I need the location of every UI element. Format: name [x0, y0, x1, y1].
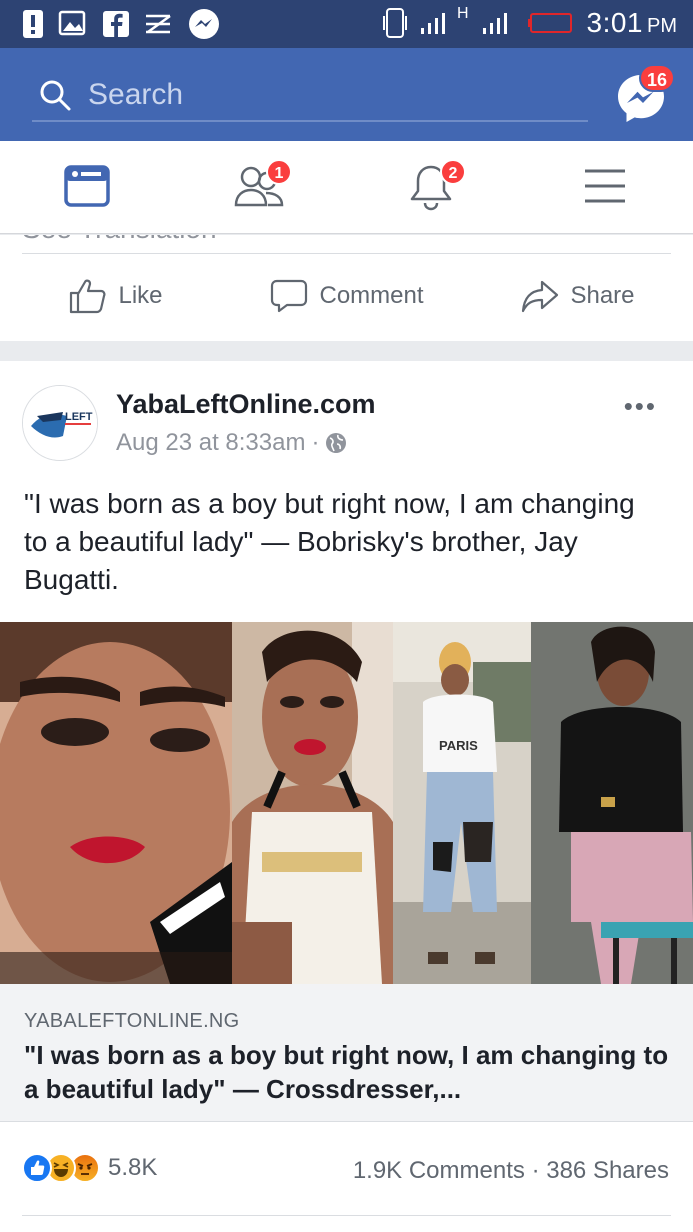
tab-menu[interactable] — [582, 161, 642, 217]
shirt-text: PARIS — [439, 738, 478, 753]
network-type: H — [456, 5, 469, 22]
search-placeholder: Search — [88, 78, 184, 111]
news-feed-icon — [64, 165, 110, 207]
avatar-text: LEFT — [65, 411, 93, 423]
tab-news-feed[interactable] — [62, 161, 122, 217]
comment-button[interactable]: Comment — [231, 271, 462, 321]
globe-icon — [326, 433, 347, 453]
like-label: Like — [118, 282, 163, 309]
signal-2-icon — [482, 13, 507, 34]
comments-shares[interactable]: 1.9K Comments · 386 Shares — [353, 1157, 669, 1185]
friend-requests-badge: 1 — [266, 159, 292, 185]
comment-label: Comment — [319, 282, 424, 309]
photo-panel-2 — [232, 622, 393, 984]
top-search-bar: Search 16 — [0, 48, 693, 141]
avatar[interactable]: LEFT — [22, 385, 98, 461]
signal-icon — [420, 13, 445, 34]
feed-post: LEFT YabaLeftOnline.com Aug 23 at 8:33am… — [0, 361, 693, 1232]
previous-post-footer: See Translation Like Comment Share — [0, 235, 693, 341]
meta-separator: · — [311, 429, 320, 456]
tab-notifications[interactable]: 2 — [406, 159, 466, 217]
like-icon — [70, 279, 106, 314]
status-ampm: PM — [647, 15, 677, 37]
vibrate-icon — [382, 8, 407, 38]
search-input[interactable]: Search — [32, 70, 588, 122]
like-reaction-icon — [22, 1153, 52, 1183]
divider — [22, 1215, 671, 1216]
status-time: 3:01 — [586, 7, 643, 38]
photo-panel-3: PARIS — [393, 622, 531, 984]
portrait-closeup-image — [0, 622, 232, 984]
messenger-button[interactable]: 16 — [615, 64, 675, 124]
share-icon — [522, 280, 559, 313]
divider — [22, 253, 671, 254]
photo-panel-1 — [0, 622, 232, 984]
post-photo-collage[interactable]: PARIS — [0, 622, 693, 984]
link-domain: YABALEFTONLINE.NG — [24, 1010, 240, 1032]
facebook-icon — [103, 11, 129, 38]
comment-icon — [271, 279, 308, 313]
post-timestamp[interactable]: Aug 23 at 8:33am — [116, 429, 305, 457]
zap-icon — [146, 14, 171, 34]
yabaleft-logo-icon: LEFT — [23, 386, 97, 460]
link-preview[interactable]: YABALEFTONLINE.NG "I was born as a boy b… — [0, 984, 693, 1122]
post-caption: "I was born as a boy but right now, I am… — [24, 488, 635, 595]
like-button[interactable]: Like — [0, 271, 231, 321]
status-bar: H 3:01 PM — [0, 0, 693, 48]
messenger-badge: 16 — [639, 64, 675, 92]
status-icons-left — [22, 8, 220, 40]
battery-icon — [527, 13, 572, 33]
share-label: Share — [570, 282, 635, 309]
post-meta: Aug 23 at 8:33am · — [116, 429, 347, 457]
photo-panel-4 — [531, 622, 693, 984]
tab-friend-requests[interactable]: 1 — [232, 159, 292, 217]
notifications-badge: 2 — [440, 159, 466, 185]
post-stats: 5.8K 1.9K Comments · 386 Shares — [0, 1141, 693, 1207]
link-title: "I was born as a boy but right now, I am… — [24, 1040, 669, 1104]
more-options-button[interactable]: ••• — [624, 391, 657, 422]
search-icon — [40, 80, 71, 111]
alert-icon — [23, 10, 43, 38]
share-button[interactable]: Share — [462, 271, 693, 321]
see-translation-link[interactable]: See Translation — [22, 235, 217, 245]
reactions-summary[interactable]: 5.8K — [22, 1153, 157, 1183]
comment-count[interactable]: 1.9K Comments — [353, 1157, 525, 1184]
menu-icon — [585, 169, 625, 203]
status-icons-right: H 3:01 PM — [382, 5, 677, 40]
selfie-image — [232, 622, 393, 984]
messenger-status-icon — [189, 9, 219, 39]
reaction-count: 5.8K — [108, 1154, 158, 1181]
main-nav: 1 2 — [0, 141, 693, 234]
share-count[interactable]: 386 Shares — [546, 1157, 669, 1184]
seated-portrait-image — [531, 622, 693, 984]
post-actions: Like Comment Share — [0, 271, 693, 321]
stats-separator: · — [531, 1157, 540, 1184]
full-body-image: PARIS — [393, 622, 531, 984]
gallery-icon — [58, 10, 86, 36]
page-name[interactable]: YabaLeftOnline.com — [116, 389, 376, 420]
